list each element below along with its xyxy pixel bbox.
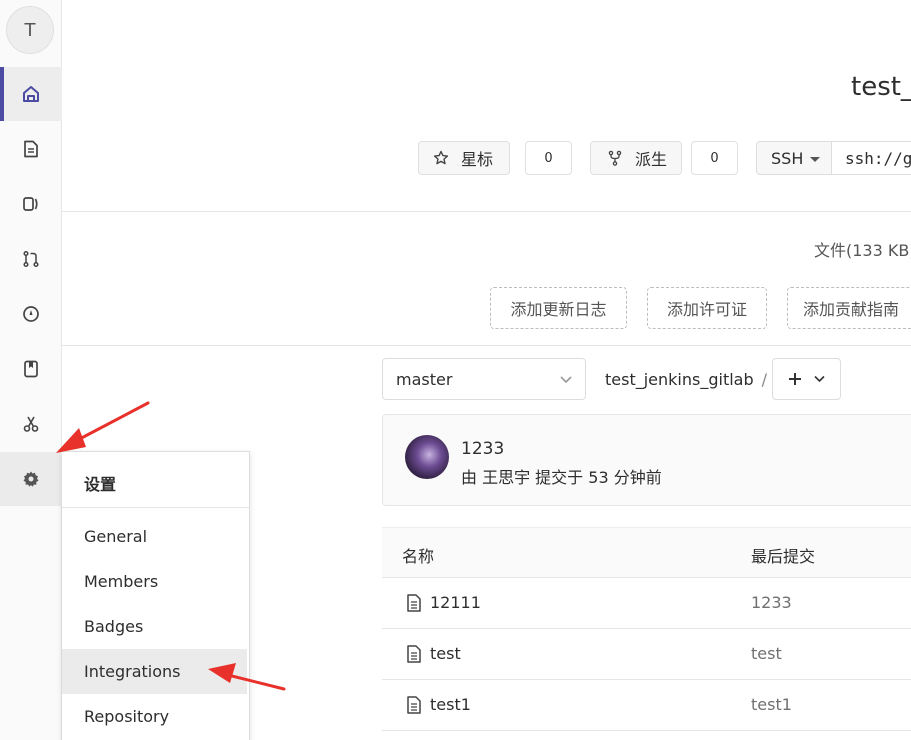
- book-icon: [24, 360, 38, 378]
- fork-count-value: 0: [710, 150, 719, 166]
- file-link[interactable]: 12111: [406, 593, 481, 612]
- rocket-icon: [23, 306, 39, 322]
- sidebar-item-ci-cd[interactable]: [0, 287, 62, 341]
- sidebar-item-snippets[interactable]: [0, 397, 62, 451]
- branch-name: master: [396, 369, 453, 389]
- commit-meta: 由 王思宇 提交于 53 分钟前: [461, 468, 662, 487]
- file-name: test: [430, 644, 461, 663]
- divider: [62, 345, 911, 346]
- sidebar-item-issues[interactable]: [0, 177, 62, 231]
- fork-button[interactable]: 派生: [590, 141, 682, 175]
- table-row[interactable]: 12111 1233: [382, 578, 911, 629]
- add-contributing-button[interactable]: 添加贡献指南: [787, 287, 911, 329]
- home-icon: [23, 86, 39, 102]
- star-count[interactable]: 0: [525, 141, 572, 175]
- menu-item-repository[interactable]: Repository: [62, 694, 247, 739]
- fork-count[interactable]: 0: [691, 141, 738, 175]
- gear-icon: [23, 471, 39, 487]
- fork-icon: [608, 150, 622, 166]
- chevron-down-icon: [814, 375, 825, 383]
- file-last-commit[interactable]: test: [751, 644, 782, 663]
- merge-request-icon: [23, 250, 39, 268]
- file-icon: [407, 593, 421, 612]
- breadcrumb: test_jenkins_gitlab /: [605, 370, 767, 389]
- add-license-button[interactable]: 添加许可证: [647, 287, 767, 329]
- file-link[interactable]: test: [406, 644, 461, 663]
- sidebar-item-wiki[interactable]: [0, 342, 62, 396]
- settings-flyout-menu: 设置 General Members Badges Integrations R…: [62, 451, 250, 740]
- menu-item-general[interactable]: General: [62, 514, 247, 559]
- divider: [62, 211, 911, 212]
- sidebar-item-merge-requests[interactable]: [0, 232, 62, 286]
- divider: [62, 507, 249, 508]
- star-button[interactable]: 星标: [418, 141, 510, 175]
- doc-icon: [24, 140, 38, 158]
- flyout-title: 设置: [84, 475, 117, 494]
- chevron-down-icon: [560, 376, 572, 384]
- clone-url-value: ssh://g: [845, 148, 911, 168]
- breadcrumb-project-link[interactable]: test_jenkins_gitlab: [605, 370, 754, 389]
- plus-icon: [789, 373, 801, 385]
- avatar[interactable]: [405, 435, 449, 479]
- file-last-commit[interactable]: 1233: [751, 593, 792, 612]
- file-name: test1: [430, 695, 471, 714]
- add-changelog-button[interactable]: 添加更新日志: [490, 287, 627, 329]
- table-row[interactable]: test1 test1: [382, 680, 911, 731]
- file-link[interactable]: test1: [406, 695, 471, 714]
- project-avatar-letter: T: [24, 19, 36, 41]
- file-icon: [407, 695, 421, 714]
- add-contributing-label: 添加贡献指南: [803, 300, 900, 319]
- page-title: test_: [851, 72, 911, 102]
- add-changelog-label: 添加更新日志: [510, 300, 607, 319]
- file-last-commit[interactable]: test1: [751, 695, 792, 714]
- star-label: 星标: [461, 150, 494, 169]
- file-table-header: 名称 最后提交: [382, 527, 911, 578]
- caret-down-icon: [810, 157, 820, 162]
- sidebar-item-settings[interactable]: [0, 452, 62, 506]
- clone-protocol-label: SSH: [771, 148, 804, 168]
- menu-item-integrations[interactable]: Integrations: [62, 649, 247, 694]
- breadcrumb-separator: /: [761, 370, 768, 389]
- add-license-label: 添加许可证: [666, 300, 747, 319]
- table-row[interactable]: test test: [382, 629, 911, 680]
- issues-icon: [23, 197, 38, 211]
- column-header-name: 名称: [402, 547, 435, 566]
- project-sidebar: T: [0, 0, 62, 740]
- file-icon: [407, 644, 421, 663]
- clone-protocol-dropdown[interactable]: SSH: [756, 141, 832, 175]
- sidebar-item-repository[interactable]: [0, 122, 62, 176]
- star-count-value: 0: [544, 150, 553, 166]
- files-size-stat[interactable]: 文件(133 KB): [814, 237, 911, 261]
- sidebar-item-project-overview[interactable]: [0, 67, 62, 121]
- scissors-icon: [23, 416, 39, 432]
- file-name: 12111: [430, 593, 481, 612]
- last-commit-panel: 1233 由 王思宇 提交于 53 分钟前: [382, 414, 911, 506]
- fork-label: 派生: [635, 150, 668, 169]
- menu-item-badges[interactable]: Badges: [62, 604, 247, 649]
- project-avatar[interactable]: T: [6, 6, 54, 54]
- menu-item-members[interactable]: Members: [62, 559, 247, 604]
- arrow-to-settings: [56, 401, 150, 453]
- commit-title[interactable]: 1233: [461, 439, 504, 459]
- column-header-last-commit: 最后提交: [751, 547, 816, 566]
- clone-url-field[interactable]: ssh://g: [831, 141, 911, 175]
- branch-selector[interactable]: master: [382, 358, 586, 400]
- add-file-dropdown[interactable]: [772, 358, 841, 400]
- star-icon: [433, 150, 449, 165]
